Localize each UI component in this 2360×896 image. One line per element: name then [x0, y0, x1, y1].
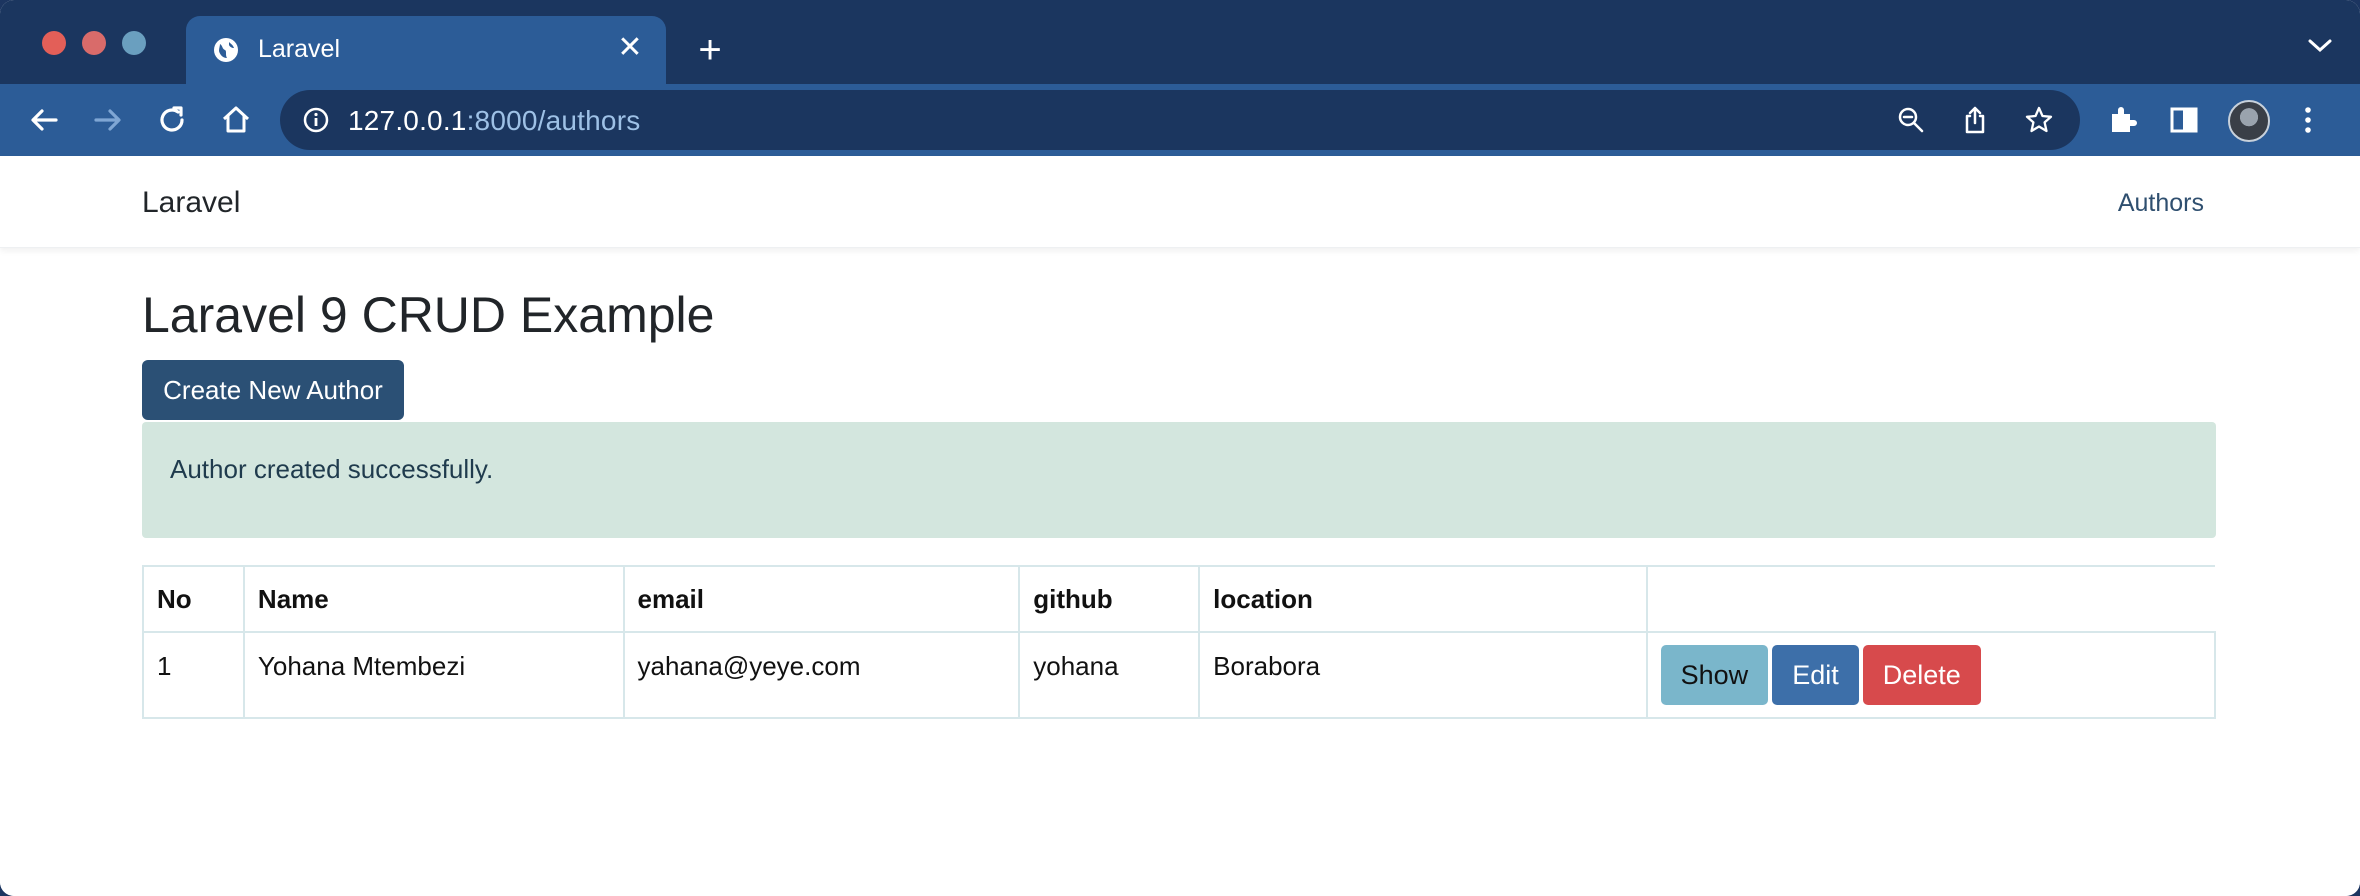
url-host: 127.0.0.1	[348, 105, 467, 136]
avatar[interactable]	[2228, 100, 2270, 142]
share-icon[interactable]	[1960, 105, 1990, 135]
site-navbar: Laravel Authors	[0, 156, 2360, 248]
delete-button[interactable]: Delete	[1862, 645, 1981, 705]
cell-github: yohana	[1018, 631, 1201, 719]
header-no: No	[142, 565, 245, 633]
tab-strip: Laravel ✕ +	[0, 0, 2360, 84]
header-github: github	[1018, 565, 1201, 633]
menu-kebab-icon[interactable]	[2300, 102, 2316, 138]
reload-icon[interactable]	[154, 102, 190, 138]
home-icon[interactable]	[218, 102, 254, 138]
web-page: Laravel Authors Laravel 9 CRUD Example C…	[0, 156, 2360, 896]
forward-arrow-icon[interactable]	[90, 102, 126, 138]
authors-table: No Name email github location 1 Yohana M…	[142, 565, 2217, 719]
browser-toolbar: 127.0.0.1:8000/authors	[0, 84, 2360, 156]
chevron-down-icon[interactable]	[2306, 36, 2334, 56]
edit-button[interactable]: Edit	[1772, 645, 1859, 705]
cell-actions: Show Edit Delete	[1645, 631, 2217, 719]
success-alert: Author created successfully.	[142, 422, 2216, 538]
cell-email: yahana@yeye.com	[622, 631, 1021, 719]
cell-no: 1	[142, 631, 245, 719]
address-bar[interactable]: 127.0.0.1:8000/authors	[280, 90, 2080, 150]
header-actions	[1645, 565, 2215, 633]
new-tab-button[interactable]: +	[690, 30, 730, 70]
info-icon[interactable]	[302, 106, 330, 134]
navbar-brand[interactable]: Laravel	[142, 186, 240, 220]
close-window-button[interactable]	[42, 31, 66, 55]
url-path: :8000/authors	[466, 105, 641, 136]
zoom-out-icon[interactable]	[1896, 105, 1926, 135]
create-author-button[interactable]: Create New Author	[142, 360, 404, 420]
minimize-window-button[interactable]	[82, 31, 106, 55]
page-title: Laravel 9 CRUD Example	[142, 287, 715, 343]
globe-icon	[214, 38, 238, 62]
side-panel-icon[interactable]	[2166, 102, 2202, 138]
show-button[interactable]: Show	[1660, 645, 1769, 705]
active-tab[interactable]: Laravel ✕	[186, 16, 666, 84]
maximize-window-button[interactable]	[122, 31, 146, 55]
header-email: email	[622, 565, 1021, 633]
cell-name: Yohana Mtembezi	[242, 631, 625, 719]
tab-title: Laravel	[258, 35, 340, 63]
header-name: Name	[242, 565, 625, 633]
url-text[interactable]: 127.0.0.1:8000/authors	[348, 105, 640, 137]
star-icon[interactable]	[2024, 105, 2054, 135]
table-row: 1 Yohana Mtembezi yahana@yeye.com yohana…	[142, 631, 2217, 719]
browser-window: Laravel ✕ + 127.0.0.1:8000/authors Larav…	[0, 0, 2360, 896]
alert-message: Author created successfully.	[170, 454, 494, 484]
extensions-icon[interactable]	[2104, 102, 2140, 138]
nav-link-authors[interactable]: Authors	[2118, 189, 2204, 218]
tab-close-icon[interactable]: ✕	[614, 32, 646, 64]
cell-location: Borabora	[1198, 631, 1648, 719]
table-header-row: No Name email github location	[142, 565, 2215, 633]
back-arrow-icon[interactable]	[26, 102, 62, 138]
header-location: location	[1198, 565, 1648, 633]
